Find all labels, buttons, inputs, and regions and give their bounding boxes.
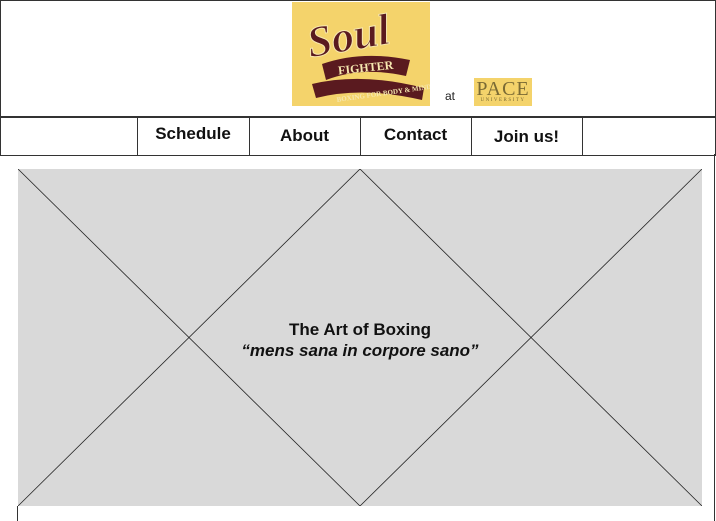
nav-item-about[interactable]: About	[249, 117, 360, 155]
hero-text: The Art of Boxing “mens sana in corpore …	[18, 319, 702, 361]
nav-item-contact[interactable]: Contact	[360, 116, 471, 154]
main-nav: Schedule About Contact Join us!	[0, 116, 716, 156]
logo-graphic: Soul FIGHTER BOXING FOR BODY & MIND	[292, 2, 430, 106]
soul-fighter-logo[interactable]: Soul FIGHTER BOXING FOR BODY & MIND	[292, 2, 430, 106]
hero-tagline: “mens sana in corpore sano”	[241, 341, 479, 360]
hero-title: The Art of Boxing	[289, 320, 431, 339]
left-divider	[17, 506, 18, 521]
site-header: Soul FIGHTER BOXING FOR BODY & MIND at P…	[0, 0, 716, 118]
nav-cell-empty	[582, 117, 715, 155]
nav-item-join[interactable]: Join us!	[471, 118, 582, 156]
right-divider	[714, 154, 715, 521]
page: Soul FIGHTER BOXING FOR BODY & MIND at P…	[0, 0, 716, 521]
hero-image-placeholder: The Art of Boxing “mens sana in corpore …	[18, 169, 702, 506]
pace-university-logo[interactable]: PACE UNIVERSITY	[474, 78, 532, 106]
pace-logo-word: PACE	[476, 78, 530, 100]
at-label: at	[445, 89, 456, 103]
pace-logo-subtitle: UNIVERSITY	[480, 98, 526, 103]
nav-item-schedule[interactable]: Schedule	[137, 115, 249, 153]
